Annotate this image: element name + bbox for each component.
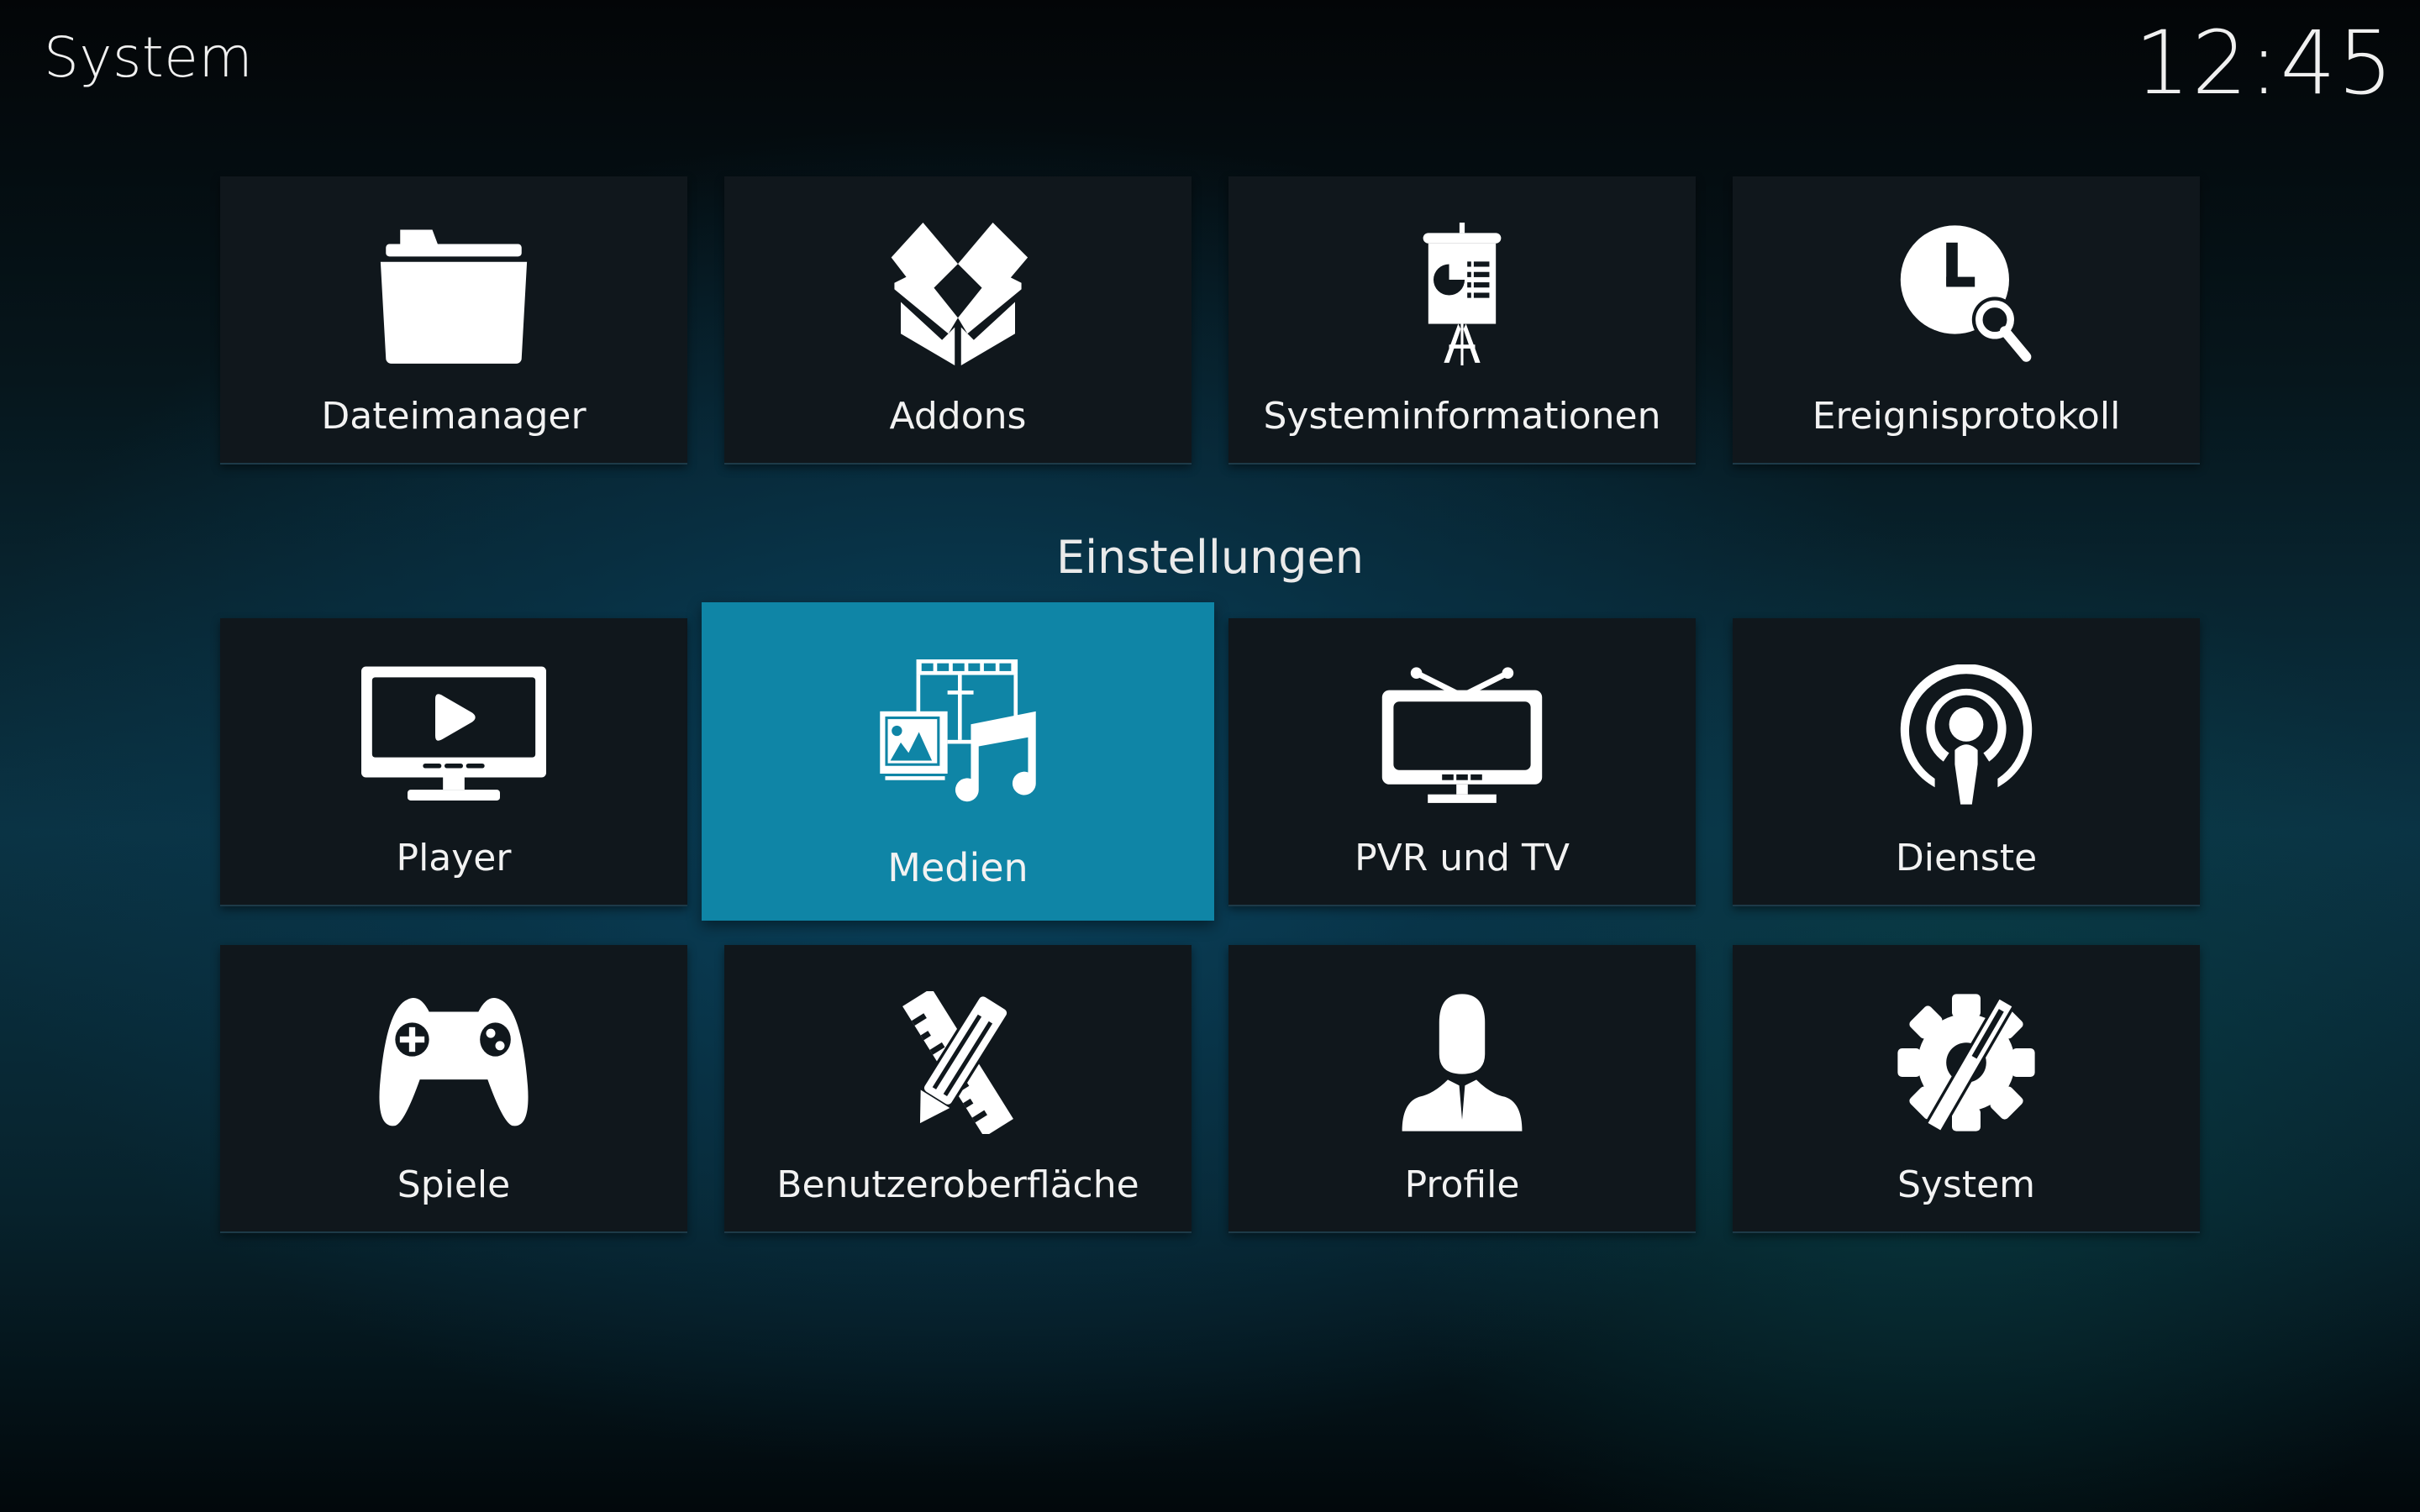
clock-search-icon — [1874, 223, 2059, 365]
monitor-play-icon — [361, 664, 546, 807]
tile-player[interactable]: Player — [220, 618, 687, 906]
tile-label: Medien — [887, 845, 1028, 890]
podcast-broadcast-icon — [1874, 664, 2059, 807]
tile-dienste[interactable]: Dienste — [1733, 618, 2200, 906]
header-title: System — [44, 25, 254, 90]
tile-medien[interactable]: Medien — [702, 602, 1214, 921]
tile-label: Player — [396, 837, 512, 879]
section-title-einstellungen: Einstellungen — [1055, 531, 1365, 584]
presentation-board-icon — [1370, 223, 1555, 365]
tile-label: Addons — [889, 395, 1027, 438]
tile-system[interactable]: System — [1733, 945, 2200, 1233]
clock: 12:45 — [2134, 12, 2395, 114]
tile-label: PVR und TV — [1355, 837, 1570, 879]
tile-addons[interactable]: Addons — [724, 176, 1192, 465]
tile-label: System — [1897, 1163, 2036, 1206]
tile-dateimanager[interactable]: Dateimanager — [220, 176, 687, 465]
tile-systeminformationen[interactable]: Systeminformationen — [1228, 176, 1696, 465]
tv-antenna-icon — [1370, 664, 1555, 807]
open-box-icon — [865, 223, 1050, 365]
tile-benutzeroberflaeche[interactable]: Benutzeroberfläche — [724, 945, 1192, 1233]
gear-wrench-icon — [1874, 991, 2059, 1134]
tile-label: Ereignisprotokoll — [1812, 395, 2121, 438]
tile-label: Profile — [1404, 1163, 1520, 1206]
tile-label: Benutzeroberfläche — [776, 1163, 1139, 1206]
tile-label: Dienste — [1895, 837, 2038, 879]
tile-label: Spiele — [397, 1163, 511, 1206]
folder-icon — [361, 223, 546, 365]
tile-ereignisprotokoll[interactable]: Ereignisprotokoll — [1733, 176, 2200, 465]
gamepad-icon — [361, 991, 546, 1134]
ruler-pencil-icon — [865, 991, 1050, 1134]
tile-pvr-und-tv[interactable]: PVR und TV — [1228, 618, 1696, 906]
media-icon — [865, 659, 1050, 802]
user-profile-icon — [1370, 991, 1555, 1134]
tile-label: Dateimanager — [321, 395, 587, 438]
tile-label: Systeminformationen — [1263, 395, 1661, 438]
tile-spiele[interactable]: Spiele — [220, 945, 687, 1233]
tile-profile[interactable]: Profile — [1228, 945, 1696, 1233]
